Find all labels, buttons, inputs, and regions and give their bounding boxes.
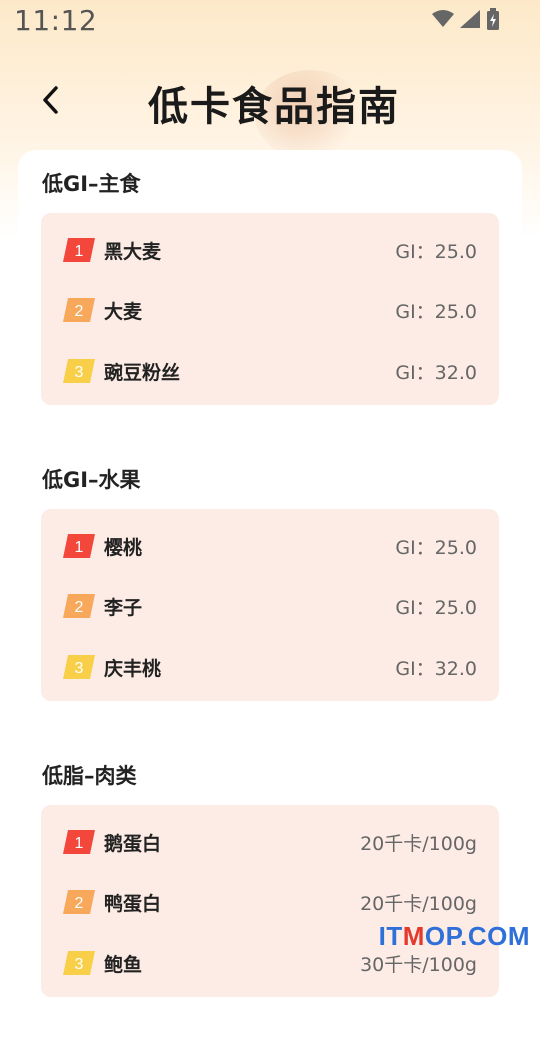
- list-item[interactable]: 2 李子 GI：25.0: [41, 575, 499, 635]
- food-name: 鹅蛋白: [104, 833, 162, 855]
- ranking-list: 1 鹅蛋白 20千卡/100g 2 鸭蛋白 20千卡/100g 3 鲍鱼 30千…: [41, 805, 499, 997]
- list-item[interactable]: 2 大麦 GI：25.0: [41, 279, 499, 339]
- page-title: 低卡食品指南: [148, 84, 400, 130]
- svg-text:1: 1: [75, 835, 84, 852]
- rank-3-badge-icon: 3: [63, 951, 95, 975]
- food-guide-card: 低GI–主食 1 黑大麦 GI：25.0 2 大麦 GI：25.0 3 豌豆粉丝…: [18, 150, 522, 1050]
- cellular-signal-icon: [460, 10, 480, 28]
- ranking-list: 1 樱桃 GI：25.0 2 李子 GI：25.0 3 庆丰桃 GI：32.0: [41, 509, 499, 701]
- back-button[interactable]: [30, 78, 70, 122]
- food-value: 20千卡/100g: [360, 833, 477, 855]
- watermark-logo: ITMOP.COM: [379, 921, 530, 952]
- wifi-icon: [432, 10, 454, 27]
- svg-text:3: 3: [75, 956, 84, 973]
- status-time: 11:12: [14, 4, 98, 37]
- section-title: 低GI–水果: [42, 468, 141, 492]
- food-name: 鸭蛋白: [104, 893, 162, 915]
- rank-1-badge-icon: 1: [63, 238, 95, 262]
- rank-2-badge-icon: 2: [63, 890, 95, 914]
- food-name: 鲍鱼: [104, 954, 143, 976]
- svg-text:2: 2: [75, 599, 84, 616]
- food-value: GI：25.0: [395, 301, 477, 323]
- ranking-list: 1 黑大麦 GI：25.0 2 大麦 GI：25.0 3 豌豆粉丝 GI：32.…: [41, 213, 499, 405]
- chevron-left-icon: [43, 86, 58, 114]
- watermark-text-left: IT: [378, 921, 403, 951]
- food-value: GI：25.0: [395, 537, 477, 559]
- food-value: GI：25.0: [395, 597, 477, 619]
- rank-1-badge-icon: 1: [63, 830, 95, 854]
- watermark-text-middle: M: [402, 921, 425, 951]
- food-name: 黑大麦: [104, 241, 162, 263]
- battery-charging-icon: [487, 8, 499, 30]
- food-name: 庆丰桃: [104, 658, 162, 680]
- food-value: 20千卡/100g: [360, 893, 477, 915]
- food-name: 李子: [104, 597, 143, 619]
- list-item[interactable]: 1 黑大麦 GI：25.0: [41, 219, 499, 279]
- svg-text:2: 2: [75, 895, 84, 912]
- status-icons: [432, 8, 500, 30]
- food-name: 大麦: [104, 301, 143, 323]
- rank-1-badge-icon: 1: [63, 534, 95, 558]
- section-title: 低脂–肉类: [42, 764, 137, 788]
- svg-text:3: 3: [75, 660, 84, 677]
- page-header: 低卡食品指南: [0, 60, 540, 140]
- svg-text:1: 1: [75, 243, 84, 260]
- svg-text:3: 3: [75, 364, 84, 381]
- list-item[interactable]: 1 鹅蛋白 20千卡/100g: [41, 811, 499, 871]
- list-item[interactable]: 3 庆丰桃 GI：32.0: [41, 636, 499, 696]
- rank-2-badge-icon: 2: [63, 594, 95, 618]
- status-bar: 11:12: [0, 0, 540, 44]
- list-item[interactable]: 3 豌豆粉丝 GI：32.0: [41, 340, 499, 400]
- food-name: 樱桃: [104, 537, 143, 559]
- rank-3-badge-icon: 3: [63, 655, 95, 679]
- list-item[interactable]: 1 樱桃 GI：25.0: [41, 515, 499, 575]
- food-value: GI：32.0: [395, 362, 477, 384]
- rank-3-badge-icon: 3: [63, 359, 95, 383]
- svg-text:1: 1: [75, 539, 84, 556]
- food-name: 豌豆粉丝: [104, 362, 181, 384]
- watermark-text-right: OP.COM: [424, 921, 530, 951]
- food-value: GI：25.0: [395, 241, 477, 263]
- food-value: GI：32.0: [395, 658, 477, 680]
- section-title: 低GI–主食: [42, 172, 141, 196]
- rank-2-badge-icon: 2: [63, 298, 95, 322]
- food-value: 30千卡/100g: [360, 954, 477, 976]
- svg-text:2: 2: [75, 303, 84, 320]
